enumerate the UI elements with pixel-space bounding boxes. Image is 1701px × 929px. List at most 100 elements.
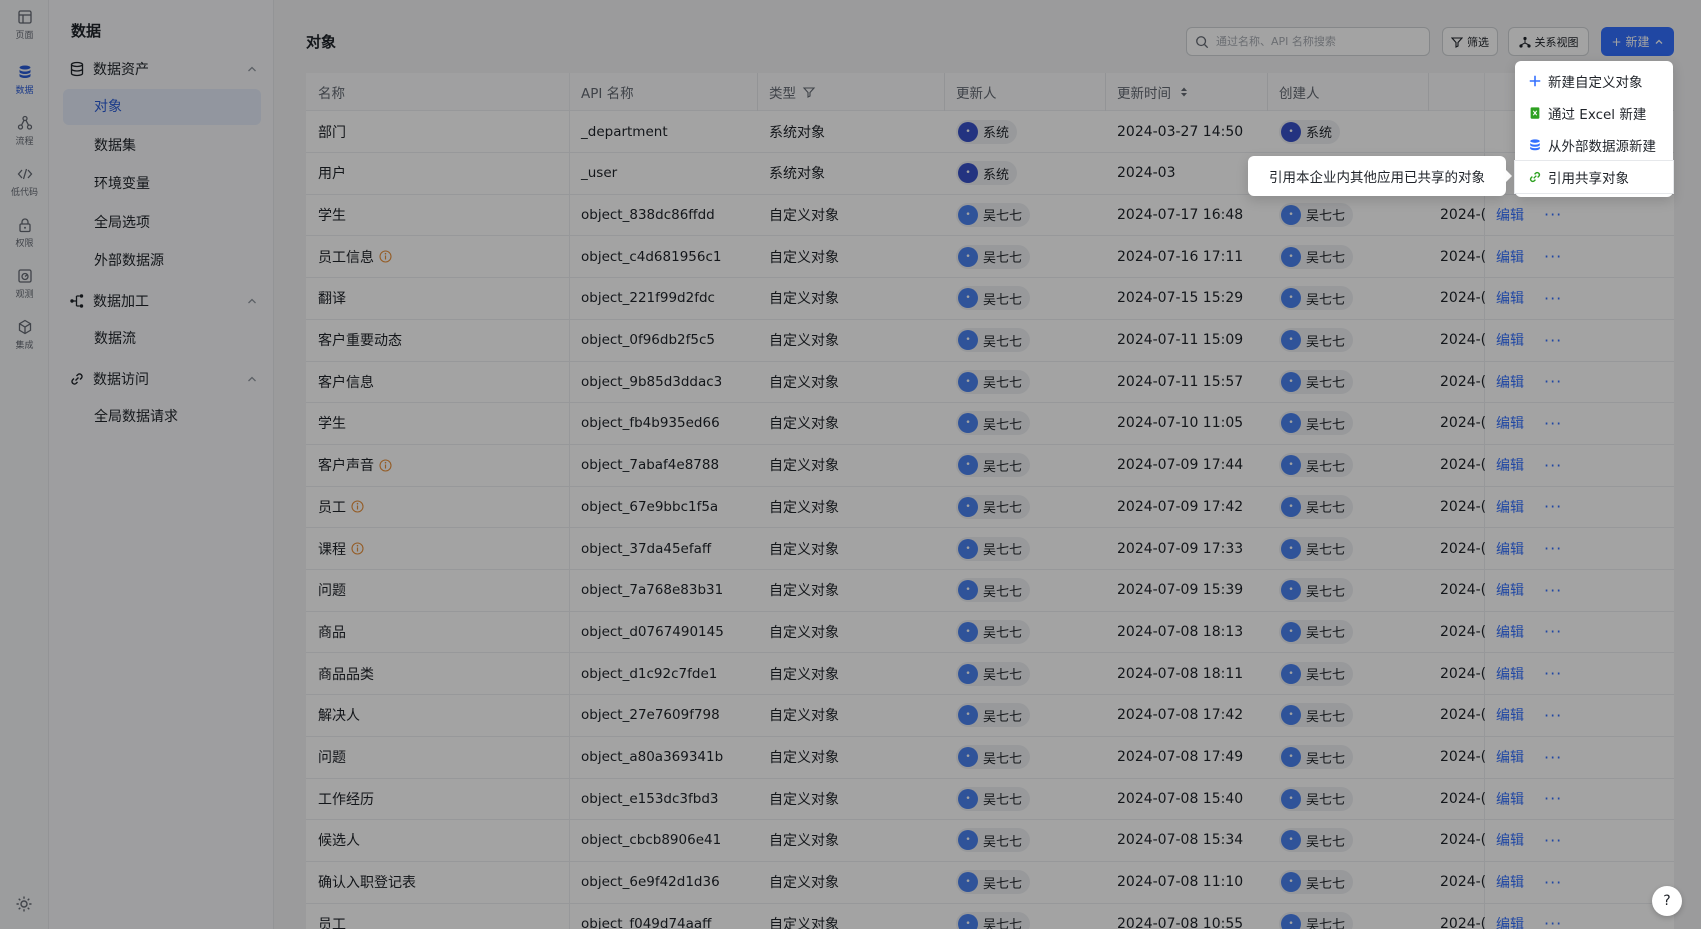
relation-view-button[interactable]: 关系视图 <box>1508 27 1589 56</box>
object-type: 自定义对象 <box>769 624 839 641</box>
table-row[interactable]: 客户信息 object_9b85d3ddac3 自定义对象 • 吴七七 2024-07-1… <box>306 361 1674 404</box>
sidebar-group-2[interactable]: 数据访问 <box>69 366 259 392</box>
table-row[interactable]: 学生 object_fb4b935ed66 自定义对象 • 吴七七 2024-07-10 … <box>306 403 1674 445</box>
rail-item-page[interactable]: 页面 <box>0 0 49 50</box>
search-input[interactable] <box>1216 35 1416 48</box>
more-actions-button[interactable]: ··· <box>1544 862 1562 903</box>
table-row[interactable]: 客户声音 object_7abaf4e8788 自定义对象 • 吴七七 2024-07-0… <box>306 445 1674 487</box>
rail-item-lock[interactable]: 权限 <box>0 208 49 258</box>
edit-link[interactable]: 编辑 <box>1496 194 1524 235</box>
avatar: • <box>958 121 978 142</box>
table-row[interactable]: 课程 object_37da45efaff 自定义对象 • 吴七七 2024-07-09 … <box>306 528 1674 570</box>
more-actions-button[interactable]: ··· <box>1544 611 1562 652</box>
column-header[interactable]: 创建人 <box>1279 73 1320 110</box>
more-actions-button[interactable]: ··· <box>1544 570 1562 611</box>
updater-name: 吴七七 <box>983 793 1023 809</box>
rail-item-database[interactable]: 数据 <box>0 55 49 105</box>
more-actions-button[interactable]: ··· <box>1544 778 1562 819</box>
table-row[interactable]: 候选人 object_cbcb8906e41 自定义对象 • 吴七七 2024-07-08… <box>306 820 1674 862</box>
table-row[interactable]: 翻译 object_221f99d2fdc 自定义对象 • 吴七七 2024-07-15 … <box>306 278 1674 320</box>
api-name: object_9b85d3ddac3 <box>581 373 723 390</box>
sidebar-item[interactable]: 全局数据请求 <box>63 399 261 435</box>
sidebar-item[interactable]: 对象 <box>63 89 261 125</box>
more-actions-button[interactable]: ··· <box>1544 320 1562 361</box>
rail-item-flow[interactable]: 流程 <box>0 106 49 156</box>
more-actions-button[interactable]: ··· <box>1544 653 1562 694</box>
new-button[interactable]: + 新建 <box>1601 27 1674 56</box>
created-time: 2024-( <box>1440 790 1487 807</box>
edit-link[interactable]: 编辑 <box>1496 486 1524 527</box>
edit-link[interactable]: 编辑 <box>1496 653 1524 694</box>
edit-link[interactable]: 编辑 <box>1496 278 1524 319</box>
more-actions-button[interactable]: ··· <box>1544 903 1562 929</box>
more-actions-button[interactable]: ··· <box>1544 403 1562 444</box>
more-actions-button[interactable]: ··· <box>1544 236 1562 277</box>
edit-link[interactable]: 编辑 <box>1496 778 1524 819</box>
settings-button[interactable] <box>14 894 34 914</box>
sidebar-item[interactable]: 外部数据源 <box>63 243 261 279</box>
menu-item-share-link[interactable]: 引用共享对象 <box>1515 161 1673 193</box>
more-actions-button[interactable]: ··· <box>1544 820 1562 861</box>
edit-link[interactable]: 编辑 <box>1496 695 1524 736</box>
user-tag: • 吴七七 <box>956 870 1031 895</box>
sidebar-item[interactable]: 全局选项 <box>63 205 261 241</box>
more-actions-button[interactable]: ··· <box>1544 737 1562 778</box>
table-row[interactable]: 员工信息 object_c4d681956c1 自定义对象 • 吴七七 2024-07-1… <box>306 236 1674 279</box>
column-header[interactable]: 名称 <box>318 73 345 110</box>
table-row[interactable]: 客户重要动态 object_0f96db2f5c5 自定义对象 • 吴七七 2024-07… <box>306 320 1674 362</box>
table-row[interactable]: 解决人 object_27e7609f798 自定义对象 • 吴七七 2024-07-08… <box>306 695 1674 737</box>
column-header[interactable]: API 名称 <box>581 73 634 110</box>
sidebar-item[interactable]: 环境变量 <box>63 166 261 202</box>
edit-link[interactable]: 编辑 <box>1496 236 1524 277</box>
table-row[interactable]: 商品品类 object_d1c92c7fde1 自定义对象 • 吴七七 2024-07-0… <box>306 653 1674 696</box>
table-row[interactable]: 部门 _department 系统对象 • 系统 2024-03-27 14:50 • 系统 <box>306 111 1674 153</box>
table-row[interactable]: 学生 object_838dc86ffdd 自定义对象 • 吴七七 2024-07-17 … <box>306 194 1674 237</box>
edit-link[interactable]: 编辑 <box>1496 737 1524 778</box>
rail-item-monitor[interactable]: 观测 <box>0 259 49 309</box>
edit-link[interactable]: 编辑 <box>1496 361 1524 402</box>
edit-link[interactable]: 编辑 <box>1496 820 1524 861</box>
help-button[interactable]: ? <box>1652 886 1682 916</box>
sidebar-group-1[interactable]: 数据加工 <box>69 288 259 314</box>
rail-item-integration[interactable]: 集成 <box>0 310 49 360</box>
column-header[interactable]: 更新人 <box>956 73 997 110</box>
more-actions-button[interactable]: ··· <box>1544 486 1562 527</box>
edit-link[interactable]: 编辑 <box>1496 445 1524 486</box>
updater-cell: • 吴七七 <box>956 778 1031 819</box>
sidebar-group-0[interactable]: 数据资产 <box>69 56 259 82</box>
column-header[interactable]: 类型 <box>769 73 816 110</box>
table-row[interactable]: 工作经历 object_e153dc3fbd3 自定义对象 • 吴七七 2024-07-0… <box>306 778 1674 821</box>
column-header[interactable]: 更新时间 <box>1117 73 1191 110</box>
more-actions-button[interactable]: ··· <box>1544 528 1562 569</box>
more-actions-button[interactable]: ··· <box>1544 695 1562 736</box>
more-actions-button[interactable]: ··· <box>1544 445 1562 486</box>
object-name: 确认入职登记表 <box>318 875 416 892</box>
filter-button[interactable]: 筛选 <box>1442 27 1498 56</box>
menu-item-excel[interactable]: 通过 Excel 新建 <box>1515 97 1673 129</box>
edit-link[interactable]: 编辑 <box>1496 611 1524 652</box>
edit-link[interactable]: 编辑 <box>1496 320 1524 361</box>
edit-link[interactable]: 编辑 <box>1496 403 1524 444</box>
creator-name: 吴七七 <box>1306 251 1346 267</box>
table-row[interactable]: 问题 object_a80a369341b 自定义对象 • 吴七七 2024-07-08 … <box>306 737 1674 779</box>
object-type: 自定义对象 <box>769 708 839 725</box>
more-actions-button[interactable]: ··· <box>1544 361 1562 402</box>
edit-link[interactable]: 编辑 <box>1496 528 1524 569</box>
search-box[interactable] <box>1186 27 1430 56</box>
table-row[interactable]: 确认入职登记表 object_6e9f42d1d36 自定义对象 • 吴七七 2024-0… <box>306 862 1674 904</box>
table-row[interactable]: 商品 object_d0767490145 自定义对象 • 吴七七 2024-07-08 … <box>306 611 1674 654</box>
table-row[interactable]: 员工 object_67e9bbc1f5a 自定义对象 • 吴七七 2024-07-09 … <box>306 486 1674 529</box>
more-actions-button[interactable]: ··· <box>1544 278 1562 319</box>
sidebar-item[interactable]: 数据集 <box>63 128 261 164</box>
menu-item-database[interactable]: 从外部数据源新建 <box>1515 129 1673 161</box>
menu-item-plus[interactable]: 新建自定义对象 <box>1515 65 1673 97</box>
edit-link[interactable]: 编辑 <box>1496 862 1524 903</box>
table-row[interactable]: 员工 object_f049d74aaff 自定义对象 • 吴七七 2024-07-08 … <box>306 903 1674 929</box>
rail-item-code[interactable]: 低代码 <box>0 157 49 207</box>
edit-link[interactable]: 编辑 <box>1496 570 1524 611</box>
more-actions-button[interactable]: ··· <box>1544 194 1562 235</box>
edit-link[interactable]: 编辑 <box>1496 903 1524 929</box>
sidebar-item[interactable]: 数据流 <box>63 321 261 357</box>
table-row[interactable]: 问题 object_7a768e83b31 自定义对象 • 吴七七 2024-07-09 … <box>306 570 1674 612</box>
object-type: 自定义对象 <box>769 291 839 308</box>
